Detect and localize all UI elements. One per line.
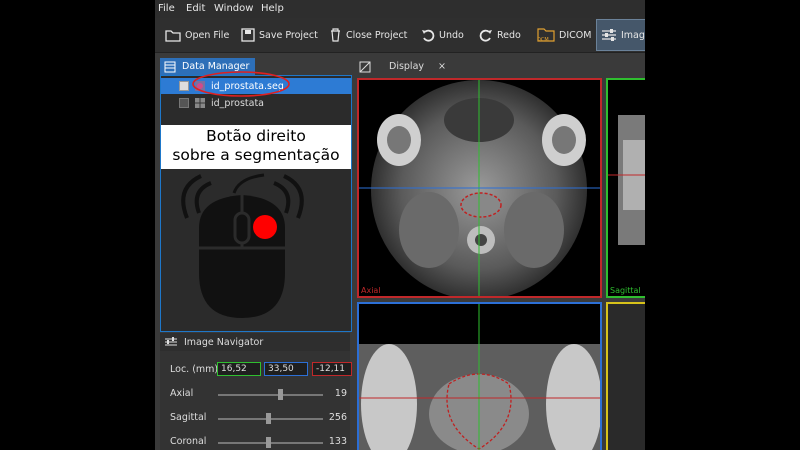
instruction-callout: Botão direito sobre a segmentação — [161, 125, 351, 169]
image-navigator-button[interactable]: Imag — [596, 19, 645, 51]
node-label: id_prostata — [211, 97, 265, 109]
open-file-label: Open File — [185, 29, 230, 41]
undo-icon — [422, 29, 435, 42]
axial-view[interactable]: Axial — [357, 78, 602, 298]
visibility-checkbox[interactable] — [179, 81, 189, 91]
axial-mri-image — [359, 80, 600, 296]
location-label: Loc. (mm) — [170, 364, 219, 375]
menu-bar: File Edit Window Help — [155, 0, 645, 18]
image-label: Imag — [621, 29, 645, 41]
coronal-slider-handle[interactable] — [266, 437, 271, 448]
close-project-label: Close Project — [346, 29, 408, 41]
dicom-badge: DCM — [537, 37, 549, 43]
toolbar: Open File Save Project Close Project Und… — [155, 18, 645, 53]
save-project-button[interactable]: Save Project — [241, 24, 318, 46]
loc-z-field[interactable]: -12,11 — [312, 362, 352, 376]
redo-icon — [479, 29, 492, 42]
sliders-icon — [165, 337, 177, 346]
axial-view-label: Axial — [361, 286, 381, 295]
close-tab-icon[interactable]: × — [438, 61, 446, 72]
trash-icon — [331, 28, 340, 42]
redo-button[interactable]: Redo — [479, 24, 521, 46]
sliders-icon — [602, 29, 616, 41]
loc-y-value: 33,50 — [268, 364, 294, 374]
undo-button[interactable]: Undo — [421, 24, 464, 46]
coronal-value: 133 — [328, 436, 347, 447]
display-icon — [359, 61, 371, 72]
menu-window[interactable]: Window — [214, 3, 253, 14]
loc-y-field[interactable]: 33,50 — [264, 362, 308, 376]
dicom-button[interactable]: DCM DICOM — [537, 24, 591, 46]
coronal-view[interactable] — [357, 302, 602, 450]
axial-slider[interactable] — [218, 394, 323, 396]
right-click-dot — [253, 215, 277, 239]
sagittal-view-label: Sagittal — [610, 286, 641, 295]
close-project-button[interactable]: Close Project — [329, 24, 407, 46]
highlight-ellipse — [192, 71, 290, 97]
redo-label: Redo — [497, 29, 521, 41]
3d-view[interactable] — [606, 302, 645, 450]
display-title: Display — [389, 61, 425, 72]
axial-slider-handle[interactable] — [278, 389, 283, 400]
image-navigator-panel: Loc. (mm) 16,52 33,50 -12,11 Axial 19 Sa… — [160, 351, 352, 450]
axial-value: 19 — [334, 388, 347, 399]
coronal-label: Coronal — [170, 436, 207, 447]
sagittal-value: 256 — [328, 412, 347, 423]
callout-line-1: Botão direito — [206, 127, 306, 145]
sagittal-label: Sagittal — [170, 412, 207, 423]
menu-edit[interactable]: Edit — [186, 3, 205, 14]
open-file-button[interactable]: Open File — [165, 24, 229, 46]
sagittal-mri-image — [608, 115, 645, 245]
application-window: File Edit Window Help Open File Save Pro… — [155, 0, 645, 450]
image-node-icon — [195, 98, 205, 108]
visibility-checkbox[interactable] — [179, 98, 189, 108]
folder-icon — [165, 30, 181, 42]
mouse-right-click-icon — [181, 173, 304, 318]
menu-file[interactable]: File — [158, 3, 175, 14]
sagittal-slider-handle[interactable] — [266, 413, 271, 424]
node-image[interactable]: id_prostata — [161, 95, 351, 111]
save-icon — [241, 28, 255, 42]
data-manager-icon — [164, 61, 176, 72]
data-manager-panel: id_prostata.seg id_prostata Botão direit… — [160, 71, 352, 332]
loc-x-value: 16,52 — [221, 364, 247, 374]
callout-line-2: sobre a segmentação — [172, 146, 340, 164]
tab-display[interactable]: Display × — [355, 58, 450, 75]
image-navigator-header: Image Navigator — [160, 333, 350, 351]
dicom-label: DICOM — [559, 29, 592, 41]
axial-label: Axial — [170, 388, 194, 399]
loc-z-value: -12,11 — [316, 364, 346, 374]
undo-label: Undo — [439, 29, 464, 41]
menu-help[interactable]: Help — [261, 3, 284, 14]
save-project-label: Save Project — [259, 29, 318, 41]
loc-x-field[interactable]: 16,52 — [217, 362, 261, 376]
image-navigator-title: Image Navigator — [184, 336, 264, 348]
coronal-mri-image — [359, 304, 600, 450]
sagittal-view[interactable]: Sagittal — [606, 78, 645, 298]
